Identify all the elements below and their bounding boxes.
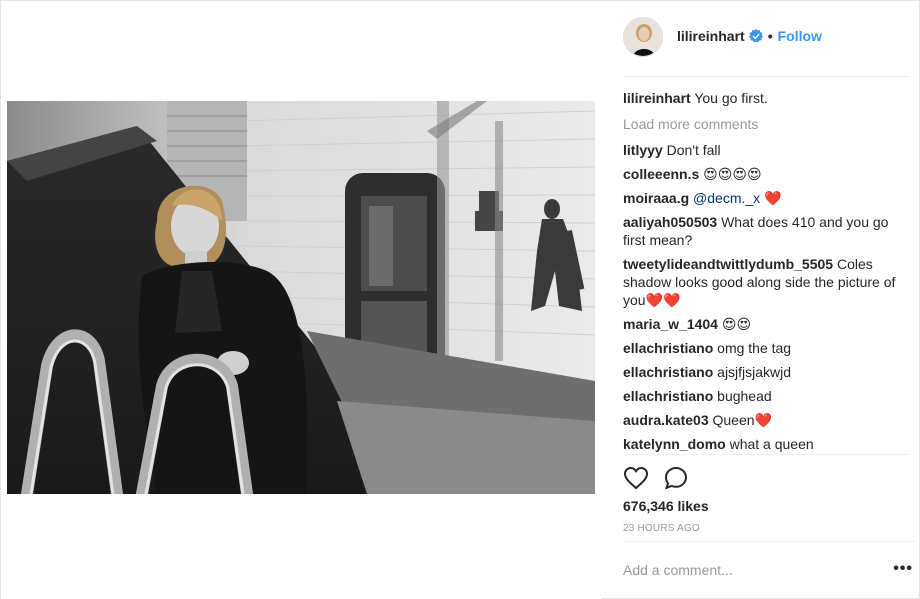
comments-list[interactable]: lilireinhart You go first. Load more com… [623,89,913,453]
comment-username[interactable]: ellachristiano [623,340,713,356]
more-options-button[interactable]: ••• [893,561,913,577]
comment-username[interactable]: ellachristiano [623,388,713,404]
comment-username[interactable]: katelynn_domo [623,436,726,452]
comment-text: Don't fall [666,142,721,158]
comment-text: bughead [717,388,772,404]
comment-item: ellachristiano bughead [623,387,913,405]
speech-bubble-icon[interactable] [663,465,689,491]
comment-item: colleeenn.s 😍😍😍😍 [623,165,913,183]
comment-text: omg the tag [717,340,792,356]
comment-item: katelynn_domo what a queen [623,435,913,453]
comment-item: tweetylideandtwittlydumb_5505 Coles shad… [623,255,913,309]
comment-username[interactable]: litlyyy [623,142,663,158]
comment-item: ellachristiano ajsjfjsjakwjd [623,363,913,381]
author-username[interactable]: lilireinhart [677,28,745,44]
comment-username[interactable]: maria_w_1404 [623,316,718,332]
add-comment-section: ••• [623,541,915,599]
caption-text: You go first. [694,90,768,106]
verified-badge-icon [748,29,763,43]
comment-mention[interactable]: @decm._x [693,190,760,206]
comment-text: Queen❤️ [712,412,772,428]
comment-username[interactable]: ellachristiano [623,364,713,380]
comment-username[interactable]: moiraaa.g [623,190,689,206]
comment-item: ellachristiano omg the tag [623,339,913,357]
photo-column [1,1,601,599]
add-comment-input[interactable] [623,560,873,580]
comment-username[interactable]: aaliyah050503 [623,214,717,230]
comment-item: moiraaa.g @decm._x ❤️ [623,189,913,207]
post-photo-image [7,101,595,494]
comment-username[interactable]: tweetylideandtwittlydumb_5505 [623,256,833,272]
comment-text: 😍😍😍😍 [703,166,762,182]
post-window: lilireinhart • Follow lilireinhart You g… [0,0,920,599]
caption-username[interactable]: lilireinhart [623,90,691,106]
post-side-panel: lilireinhart • Follow lilireinhart You g… [601,1,920,599]
comment-text: 😍😍 [721,316,752,332]
post-timestamp: 23 HOURS AGO [623,523,700,534]
post-photo[interactable] [7,101,595,494]
avatar-image [624,18,662,56]
follow-button[interactable]: Follow [778,28,822,44]
likes-count[interactable]: 676,346 likes [623,498,709,514]
post-actions: 676,346 likes 23 HOURS AGO [623,454,909,546]
heart-outline-icon[interactable] [623,465,649,491]
comment-username[interactable]: colleeenn.s [623,166,699,182]
avatar[interactable] [623,17,663,57]
comment-text: what a queen [729,436,814,452]
comment-item: maria_w_1404 😍😍 [623,315,913,333]
comment-text: ajsjfjsjakwjd [717,364,792,380]
load-more-comments-button[interactable]: Load more comments [623,115,913,133]
comment-item: aaliyah050503 What does 410 and you go f… [623,213,913,249]
post-header: lilireinhart • Follow [623,17,909,77]
comment-username[interactable]: audra.kate03 [623,412,709,428]
caption: lilireinhart You go first. [623,89,913,107]
separator-dot: • [767,28,773,44]
comment-text: ❤️ [764,190,782,206]
comment-item: litlyyy Don't fall [623,141,913,159]
comment-item: audra.kate03 Queen❤️ [623,411,913,429]
